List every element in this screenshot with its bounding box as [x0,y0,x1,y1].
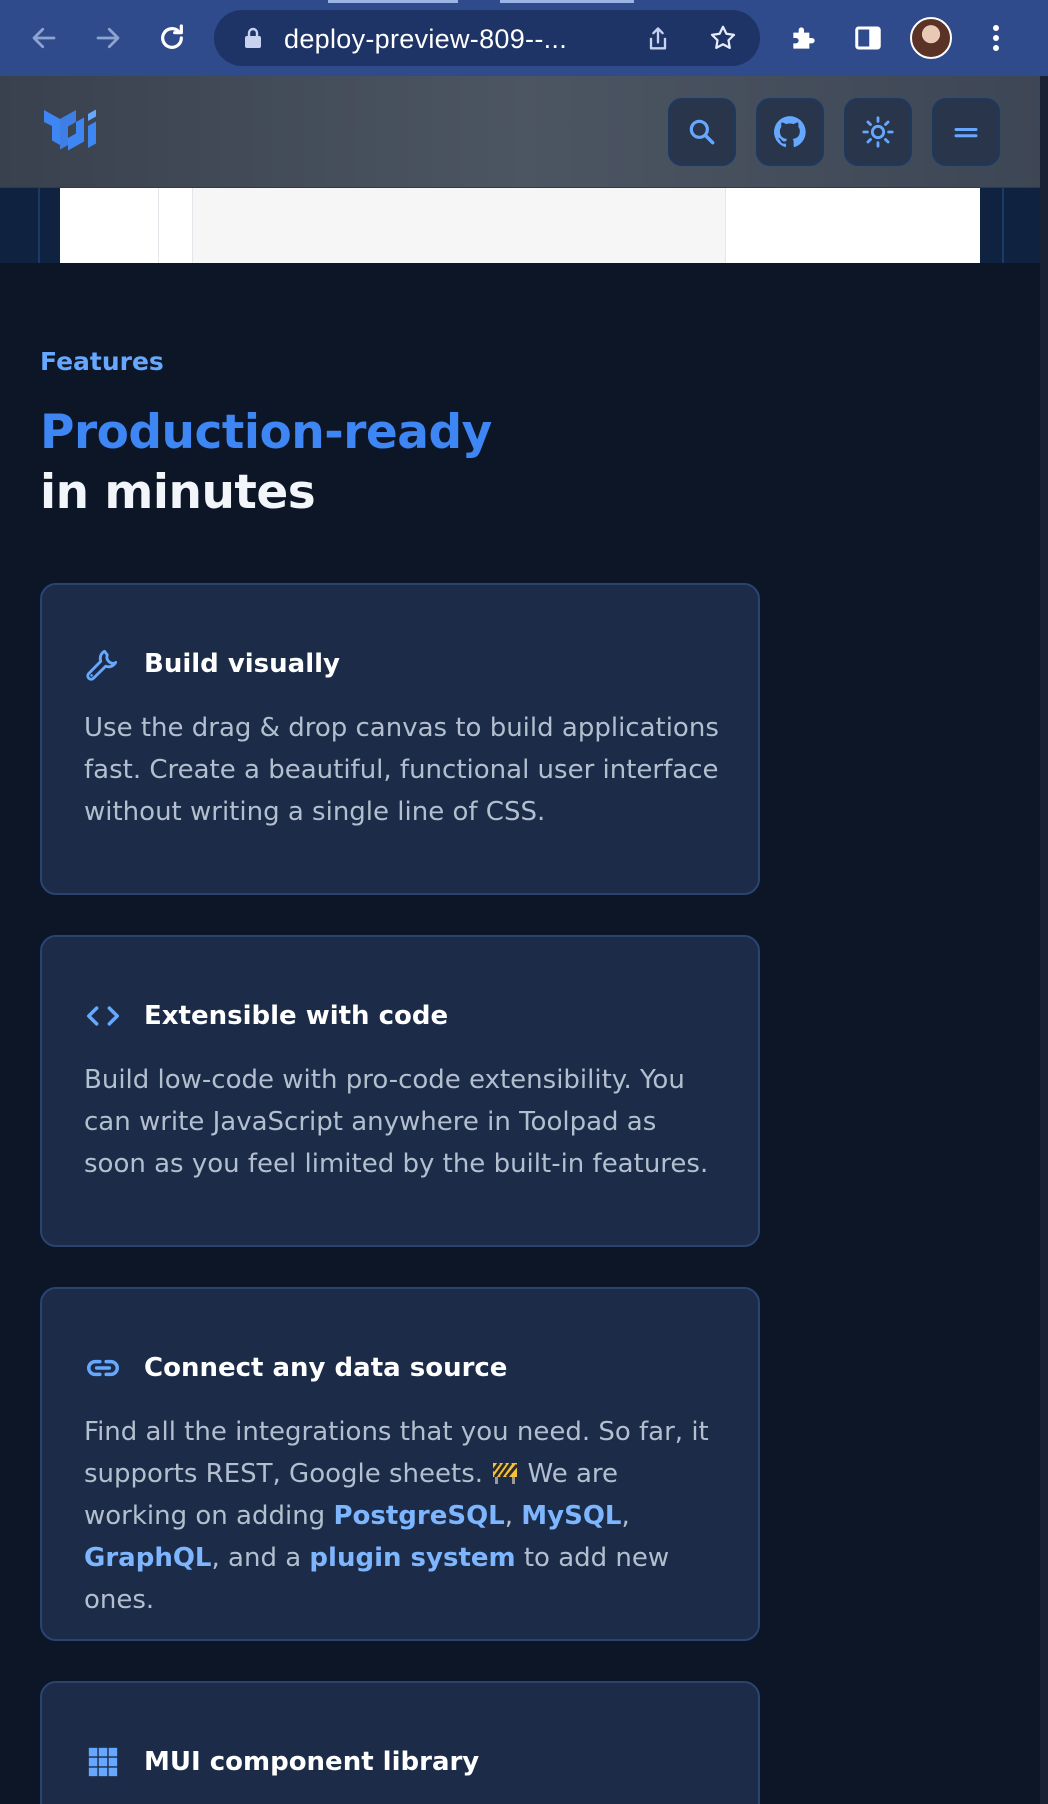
share-icon[interactable] [644,24,672,54]
headline-accent: Production-ready [40,405,492,460]
wrench-icon [84,645,122,683]
bookmark-star-icon[interactable] [708,23,738,53]
hero-border-right [1002,188,1004,263]
grid-icon [84,1743,122,1781]
features-section: Features Production-ready in minutes Bui… [0,263,1040,1804]
mui-logo[interactable] [42,102,106,160]
search-button[interactable] [668,98,736,166]
site-header [0,76,1048,188]
card-title: MUI component library [144,1747,480,1777]
search-icon [689,119,715,145]
browser-toolbar: deploy-preview-809--... [0,0,1048,76]
section-overline: Features [40,347,164,376]
headline-rest: in minutes [40,465,316,520]
card-title: Extensible with code [144,1001,449,1031]
card-title: Build visually [144,649,340,679]
card-title: Connect any data source [144,1353,508,1383]
puzzle-icon [793,27,815,49]
side-panel-icon [855,26,881,50]
card-description: Build low-code with pro-code extensibili… [84,1065,709,1179]
lock-icon [245,27,261,48]
sun-icon [862,116,894,148]
profile-avatar[interactable] [910,17,952,59]
and-separator: , and a [211,1543,302,1573]
hero-preview-bottom [0,188,1048,263]
feature-card-component-library: MUI component library [40,1681,760,1804]
tab-indicator [500,0,634,3]
feature-card-data-source: Connect any data source Find all the int… [40,1287,760,1641]
construction-emoji-icon [492,1462,519,1484]
kebab-menu-icon [993,25,999,51]
address-bar[interactable]: deploy-preview-809--... [214,10,760,66]
section-headline: Production-ready in minutes [40,403,492,523]
card-description: Use the drag & drop canvas to build appl… [84,713,719,827]
forward-button[interactable] [88,18,128,58]
card-title-row: Connect any data source [84,1349,507,1387]
url-text: deploy-preview-809--... [284,24,568,54]
postgresql-link[interactable]: PostgreSQL [333,1501,504,1531]
comma-separator: , [621,1501,630,1531]
hero-border-left [38,188,40,263]
comma-separator: , [504,1501,514,1531]
card-description: Find all the integrations that you need.… [84,1411,724,1621]
feature-card-build-visually: Build visually Use the drag & drop canva… [40,583,760,895]
github-icon [774,116,806,148]
preview-canvas [192,188,726,263]
feature-card-extensible: Extensible with code Build low-code with… [40,935,760,1247]
graphql-link[interactable]: GraphQL [84,1543,212,1573]
link-icon [84,1349,122,1387]
back-button[interactable] [24,18,64,58]
menu-button[interactable] [932,98,1000,166]
menu-icon [954,128,978,138]
theme-toggle-button[interactable] [844,98,912,166]
code-icon [84,997,122,1035]
reload-icon [161,24,183,49]
card-title-row: Extensible with code [84,997,448,1035]
tab-indicator [328,0,458,3]
extensions-button[interactable] [784,18,824,58]
card-title-row: MUI component library [84,1743,479,1781]
preview-divider [158,188,159,263]
plugin-system-link[interactable]: plugin system [309,1543,515,1573]
github-button[interactable] [756,98,824,166]
browser-menu-button[interactable] [976,18,1016,58]
reload-button[interactable] [152,18,192,58]
mysql-link[interactable]: MySQL [521,1501,621,1531]
arrow-left-icon [32,27,56,49]
side-panel-button[interactable] [848,18,888,58]
card-title-row: Build visually [84,645,340,683]
page-scrollbar[interactable] [1040,76,1048,1804]
arrow-right-icon [96,27,120,49]
